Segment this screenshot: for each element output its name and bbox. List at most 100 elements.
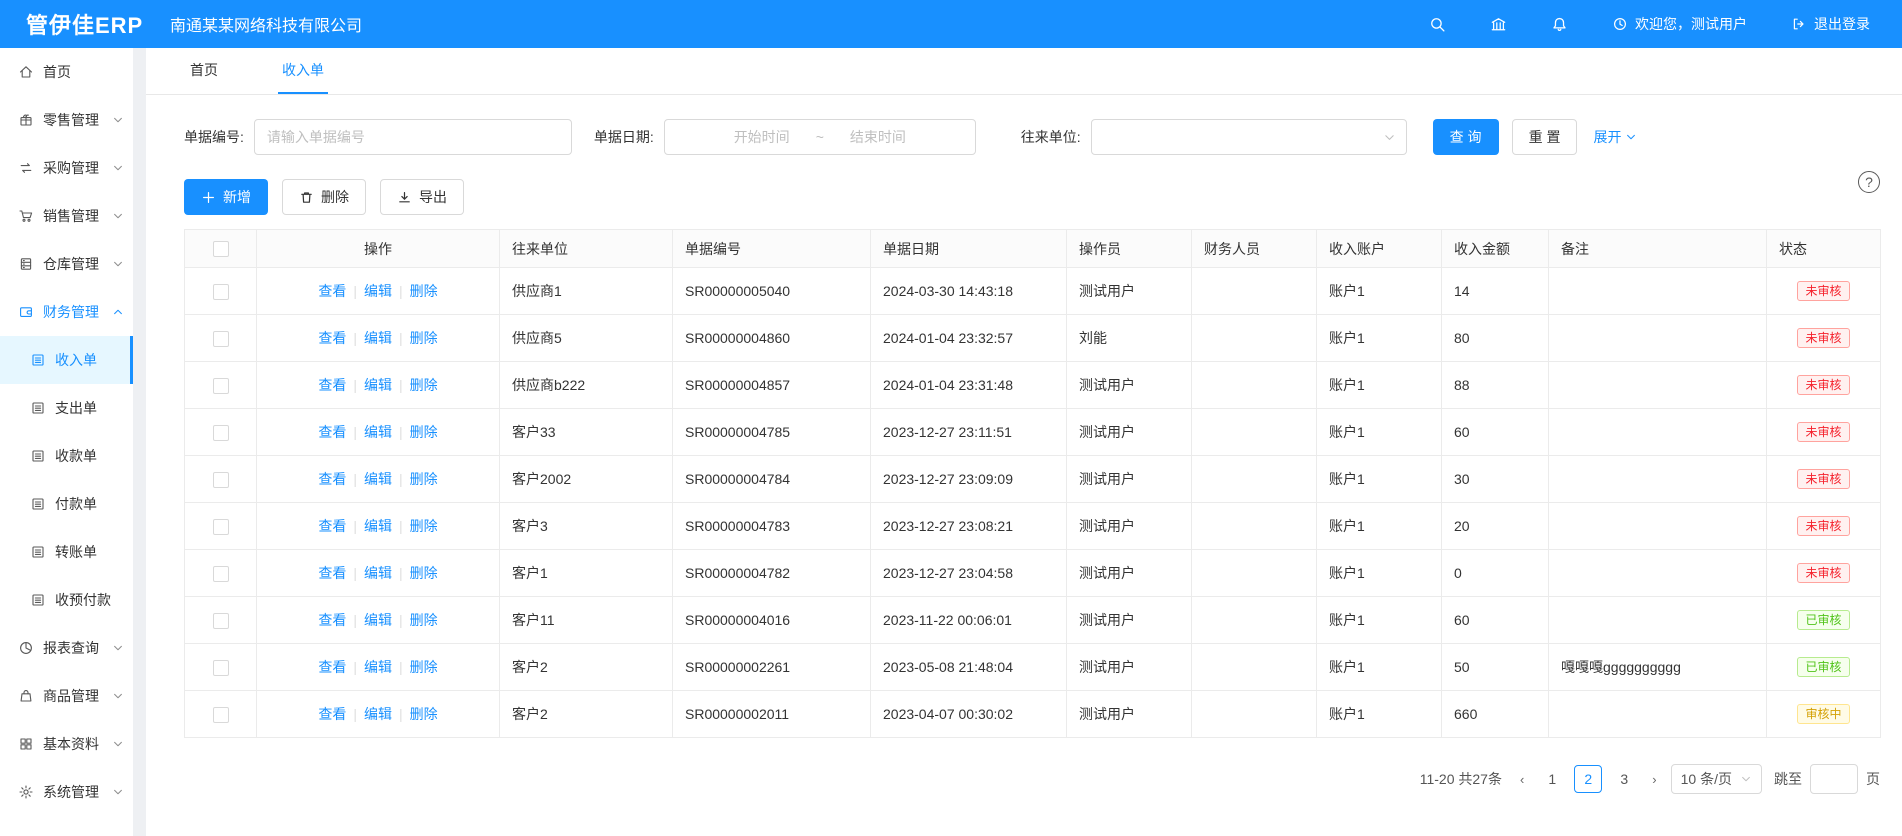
page-number-1[interactable]: 1: [1538, 765, 1566, 793]
row-checkbox[interactable]: [213, 284, 229, 300]
cell-account: 账户1: [1317, 362, 1442, 409]
row-action-编辑[interactable]: 编辑: [364, 518, 392, 534]
row-action-删除[interactable]: 删除: [410, 612, 438, 628]
add-button[interactable]: 新增: [184, 179, 268, 215]
row-action-编辑[interactable]: 编辑: [364, 612, 392, 628]
sidebar-item-付款单[interactable]: 付款单: [0, 480, 133, 528]
goods-icon: [18, 688, 34, 704]
sidebar-item-报表查询[interactable]: 报表查询: [0, 624, 133, 672]
sidebar-item-label: 系统管理: [43, 782, 99, 802]
row-action-查看[interactable]: 查看: [318, 612, 346, 628]
row-action-查看[interactable]: 查看: [318, 424, 346, 440]
row-action-删除[interactable]: 删除: [410, 377, 438, 393]
row-action-删除[interactable]: 删除: [410, 659, 438, 675]
sidebar-item-转账单[interactable]: 转账单: [0, 528, 133, 576]
cell-operator: 刘能: [1067, 315, 1192, 362]
row-action-编辑[interactable]: 编辑: [364, 330, 392, 346]
sidebar-item-仓库管理[interactable]: 仓库管理: [0, 240, 133, 288]
prev-page-button[interactable]: ‹: [1518, 772, 1526, 787]
row-checkbox[interactable]: [213, 613, 229, 629]
export-button[interactable]: 导出: [380, 179, 464, 215]
sidebar-item-收预付款[interactable]: 收预付款: [0, 576, 133, 624]
row-checkbox-cell: [185, 644, 257, 691]
row-checkbox[interactable]: [213, 660, 229, 676]
row-action-删除[interactable]: 删除: [410, 565, 438, 581]
sidebar-item-财务管理[interactable]: 财务管理: [0, 288, 133, 336]
row-action-编辑[interactable]: 编辑: [364, 565, 392, 581]
row-action-查看[interactable]: 查看: [318, 377, 346, 393]
page-number-2[interactable]: 2: [1574, 765, 1602, 793]
sidebar-item-销售管理[interactable]: 销售管理: [0, 192, 133, 240]
row-action-删除[interactable]: 删除: [410, 706, 438, 722]
page-number-3[interactable]: 3: [1610, 765, 1638, 793]
row-checkbox[interactable]: [213, 707, 229, 723]
search-button[interactable]: 查 询: [1433, 119, 1499, 155]
select-all-checkbox[interactable]: [213, 241, 229, 257]
page-size-select[interactable]: 10 条/页: [1671, 764, 1762, 794]
sidebar-item-label: 支出单: [55, 398, 97, 418]
sidebar-item-零售管理[interactable]: 零售管理: [0, 96, 133, 144]
sidebar-item-基本资料[interactable]: 基本资料: [0, 720, 133, 768]
date-range-picker[interactable]: 开始时间 ~ 结束时间: [664, 119, 976, 155]
row-checkbox[interactable]: [213, 331, 229, 347]
cell-date: 2023-12-27 23:09:09: [871, 456, 1067, 503]
row-action-编辑[interactable]: 编辑: [364, 377, 392, 393]
tab-首页[interactable]: 首页: [186, 48, 222, 94]
status-badge: 未审核: [1797, 375, 1849, 395]
row-action-删除[interactable]: 删除: [410, 283, 438, 299]
row-action-查看[interactable]: 查看: [318, 565, 346, 581]
sidebar-item-系统管理[interactable]: 系统管理: [0, 768, 133, 816]
bank-icon[interactable]: [1490, 16, 1507, 33]
cell-date: 2023-12-27 23:04:58: [871, 550, 1067, 597]
row-checkbox[interactable]: [213, 519, 229, 535]
sidebar-item-收款单[interactable]: 收款单: [0, 432, 133, 480]
row-action-删除[interactable]: 删除: [410, 471, 438, 487]
row-action-查看[interactable]: 查看: [318, 659, 346, 675]
sidebar-item-label: 收预付款: [55, 590, 111, 610]
sidebar-item-首页[interactable]: 首页: [0, 48, 133, 96]
row-checkbox[interactable]: [213, 425, 229, 441]
jump-input[interactable]: [1810, 764, 1858, 794]
row-checkbox[interactable]: [213, 472, 229, 488]
row-action-删除[interactable]: 删除: [410, 518, 438, 534]
next-page-button[interactable]: ›: [1650, 772, 1658, 787]
row-action-查看[interactable]: 查看: [318, 518, 346, 534]
logout-button[interactable]: 退出登录: [1791, 14, 1870, 34]
row-action-编辑[interactable]: 编辑: [364, 283, 392, 299]
row-action-查看[interactable]: 查看: [318, 471, 346, 487]
cell-operator: 测试用户: [1067, 597, 1192, 644]
cell-amount: 0: [1442, 550, 1549, 597]
sidebar-item-支出单[interactable]: 支出单: [0, 384, 133, 432]
tab-收入单[interactable]: 收入单: [278, 48, 328, 94]
row-action-查看[interactable]: 查看: [318, 330, 346, 346]
row-action-编辑[interactable]: 编辑: [364, 424, 392, 440]
reset-button[interactable]: 重 置: [1512, 119, 1578, 155]
row-action-编辑[interactable]: 编辑: [364, 706, 392, 722]
sidebar-item-收入单[interactable]: 收入单: [0, 336, 133, 384]
row-checkbox[interactable]: [213, 378, 229, 394]
column-header-收入金额: 收入金额: [1442, 230, 1549, 268]
row-action-查看[interactable]: 查看: [318, 283, 346, 299]
row-action-编辑[interactable]: 编辑: [364, 659, 392, 675]
sidebar-item-商品管理[interactable]: 商品管理: [0, 672, 133, 720]
search-icon[interactable]: [1429, 16, 1446, 33]
row-action-编辑[interactable]: 编辑: [364, 471, 392, 487]
trash-icon: [299, 190, 314, 205]
partner-select[interactable]: [1091, 119, 1407, 155]
row-action-删除[interactable]: 删除: [410, 424, 438, 440]
expand-link[interactable]: 展开: [1593, 127, 1637, 147]
sidebar-item-采购管理[interactable]: 采购管理: [0, 144, 133, 192]
header-checkbox-cell: [185, 230, 257, 268]
delete-button[interactable]: 删除: [282, 179, 366, 215]
doc-no-input[interactable]: 请输入单据编号: [254, 119, 572, 155]
row-checkbox[interactable]: [213, 566, 229, 582]
cell-date: 2023-05-08 21:48:04: [871, 644, 1067, 691]
cell-actions: 查看|编辑|删除: [257, 315, 500, 362]
column-header-往来单位: 往来单位: [500, 230, 673, 268]
page-numbers: 123: [1538, 765, 1638, 793]
row-action-查看[interactable]: 查看: [318, 706, 346, 722]
welcome-user[interactable]: 欢迎您，测试用户: [1612, 14, 1747, 34]
help-icon[interactable]: ?: [1858, 171, 1880, 193]
bell-icon[interactable]: [1551, 16, 1568, 33]
row-action-删除[interactable]: 删除: [410, 330, 438, 346]
